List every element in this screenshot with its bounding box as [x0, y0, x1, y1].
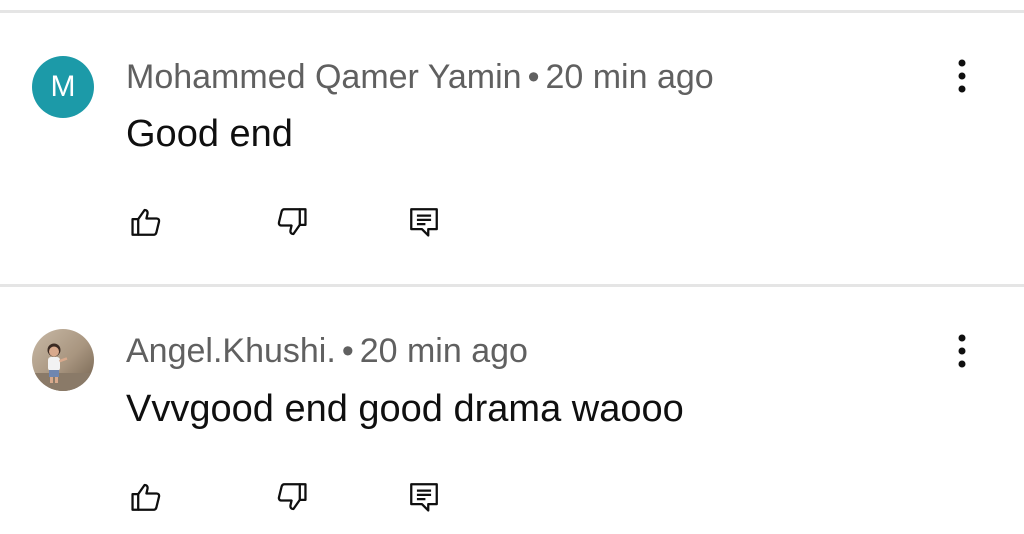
like-button[interactable] [124, 200, 168, 244]
more-vert-icon [958, 59, 966, 93]
dislike-button[interactable] [270, 475, 314, 519]
reply-button[interactable] [402, 200, 446, 244]
thumbs-down-icon [277, 208, 307, 236]
reply-icon [410, 483, 438, 512]
reply-icon [410, 208, 438, 237]
comment-meta: Angel.Khushi. • 20 min ago [126, 331, 528, 371]
avatar-photo [32, 329, 94, 391]
avatar[interactable] [32, 329, 94, 391]
more-options-button[interactable] [944, 54, 980, 98]
comment-meta: Mohammed Qamer Yamin • 20 min ago [126, 57, 714, 97]
meta-separator: • [527, 58, 540, 96]
dislike-button[interactable] [270, 200, 314, 244]
comment-author[interactable]: Mohammed Qamer Yamin [126, 58, 522, 96]
comment-author[interactable]: Angel.Khushi. [126, 332, 336, 370]
comment-time: 20 min ago [359, 332, 528, 370]
comment-text: Vvvgood end good drama waooo [126, 388, 684, 430]
like-button[interactable] [124, 475, 168, 519]
comment-text: Good end [126, 113, 293, 155]
thumbs-up-icon [131, 483, 161, 511]
thumbs-up-icon [131, 208, 161, 236]
thumbs-down-icon [277, 483, 307, 511]
reply-button[interactable] [402, 475, 446, 519]
avatar-letter: M [50, 70, 76, 103]
meta-separator: • [341, 332, 354, 370]
more-options-button[interactable] [944, 329, 980, 373]
comment-item: M Mohammed Qamer Yamin • 20 min ago Good e… [0, 0, 1024, 284]
comment-item: Angel.Khushi. • 20 min ago Vvvgood end goo… [0, 287, 1024, 534]
comment-time: 20 min ago [545, 58, 714, 96]
avatar[interactable]: M [32, 56, 94, 118]
more-vert-icon [958, 334, 966, 368]
